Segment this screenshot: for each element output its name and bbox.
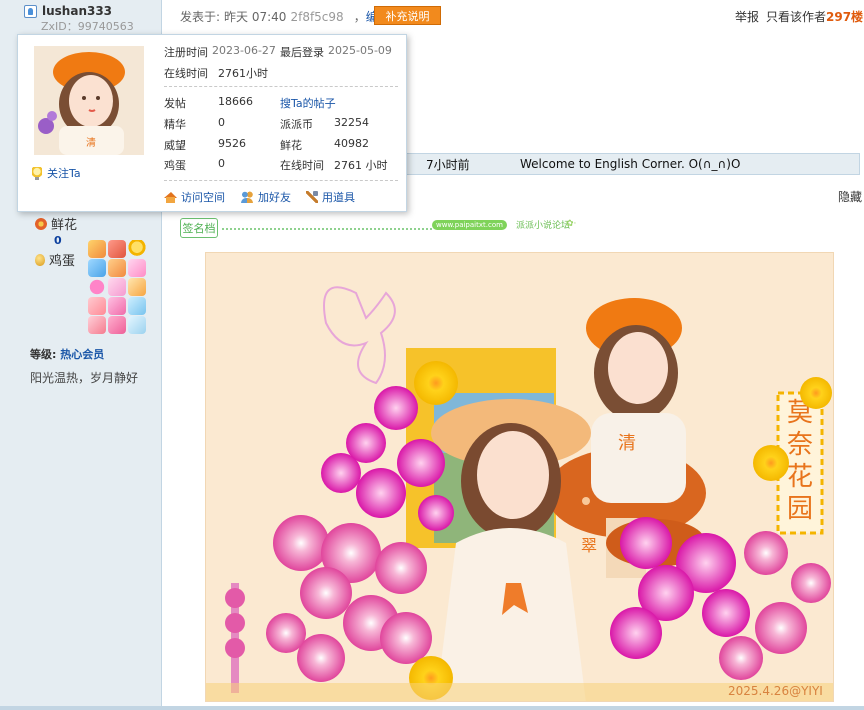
stat-value: 9526	[218, 137, 246, 150]
egg-stat: 鸡蛋	[35, 250, 75, 269]
floor-number[interactable]: 297楼	[826, 8, 863, 25]
stat-label: 鲜花	[280, 139, 302, 152]
bulb-icon	[32, 166, 42, 180]
signature-artwork: 莫 奈 花 园 清 翠	[205, 252, 834, 702]
supplement-button[interactable]: 补充说明	[374, 6, 441, 25]
signature-forum-name[interactable]: 派派小说论坛	[516, 218, 570, 231]
medal-icon[interactable]	[108, 297, 126, 315]
online-status-icon	[24, 4, 37, 18]
user-zxid: ZxID：99740563	[41, 20, 134, 33]
medal-icon[interactable]	[128, 259, 146, 277]
stat-value: 2761 小时	[334, 159, 388, 172]
medal-icon[interactable]	[88, 240, 106, 258]
username-row: lushan333	[24, 3, 112, 19]
sign-char-4: 园	[787, 494, 813, 524]
apron-char: 清	[618, 433, 636, 454]
user-avatar[interactable]: 清	[34, 46, 144, 155]
online-time-label: 在线时间	[164, 67, 208, 80]
stat-value: 0	[218, 116, 225, 129]
tool-icon	[306, 191, 318, 203]
user-info-popup: 清 关注Ta 注册时间 2023-06-27 最后登录 2025-05-09 在…	[17, 34, 407, 212]
medal-icon[interactable]	[88, 316, 106, 334]
bottom-border	[0, 706, 864, 710]
medal-icon[interactable]	[88, 297, 106, 315]
apron-char-2: 翠	[581, 536, 597, 555]
level-value[interactable]: 热心会员	[60, 348, 104, 361]
medal-icon[interactable]	[128, 278, 146, 296]
medal-grid	[88, 240, 150, 334]
medal-icon[interactable]	[108, 316, 126, 334]
house-icon	[164, 191, 177, 203]
medal-icon[interactable]	[108, 240, 126, 258]
follow-label: 关注Ta	[47, 167, 81, 180]
sign-char-2: 奈	[787, 430, 813, 460]
post-hash: 2f8f5c98	[290, 9, 344, 24]
follow-link[interactable]: 关注Ta	[32, 165, 81, 181]
medal-icon[interactable]	[108, 259, 126, 277]
user-motto: 阳光温热，岁月静好	[30, 371, 139, 385]
hide-link[interactable]: 隐藏	[838, 188, 862, 205]
egg-icon	[35, 253, 45, 266]
avatar-illustration: 清	[34, 46, 144, 155]
post-meta: 发表于: 昨天 07:40 2f8f5c98 ， 编辑	[180, 8, 390, 25]
medal-icon[interactable]	[128, 297, 146, 315]
add-friend-button[interactable]: 加好友	[240, 189, 291, 205]
avatar-char: 清	[86, 136, 96, 149]
flower-label: 鲜花	[51, 218, 78, 233]
medal-icon[interactable]	[128, 316, 146, 334]
signature-divider	[222, 228, 432, 230]
sign-char-3: 花	[787, 462, 813, 492]
use-item-label: 用道具	[322, 191, 355, 204]
stat-label: 鸡蛋	[164, 159, 186, 172]
level-label: 等级:	[30, 348, 57, 361]
last-login-label: 最后登录	[280, 46, 324, 59]
signature-site-pill[interactable]: www.paipaitxt.com	[432, 220, 507, 230]
stat-label: 发帖	[164, 97, 186, 110]
last-login-value: 2025-05-09	[328, 44, 392, 57]
stat-label: 派派币	[280, 118, 313, 131]
register-value: 2023-06-27	[212, 44, 276, 57]
flower-icon	[35, 217, 47, 230]
use-item-button[interactable]: 用道具	[306, 189, 355, 205]
stat-label: 威望	[164, 139, 186, 152]
egg-label: 鸡蛋	[49, 254, 76, 269]
artwork-caption: 2025.4.26@YIYI	[728, 684, 823, 698]
user-level: 等级: 热心会员	[30, 346, 104, 362]
stat-value: 0	[218, 157, 225, 170]
heart-icon[interactable]	[88, 278, 106, 296]
stat-value: 40982	[334, 137, 369, 150]
flower-value: 0	[54, 234, 62, 247]
signature-dots: ✿·	[566, 219, 577, 229]
visit-space-label: 访问空间	[181, 191, 225, 204]
author-only-link[interactable]: 只看该作者	[766, 8, 826, 25]
medal-icon[interactable]	[108, 278, 126, 296]
report-link[interactable]: 举报	[735, 8, 759, 25]
stat-value: 18666	[218, 95, 253, 108]
stat-label: 精华	[164, 118, 186, 131]
posted-prefix: 发表于:	[180, 10, 221, 24]
friends-icon	[240, 191, 254, 203]
register-label: 注册时间	[164, 46, 208, 59]
trophy-icon[interactable]	[128, 240, 146, 258]
medal-icon[interactable]	[88, 259, 106, 277]
username-link[interactable]: lushan333	[42, 4, 112, 18]
stat-value: 32254	[334, 116, 369, 129]
meta-separator: ，	[353, 10, 366, 24]
popup-divider	[164, 86, 398, 87]
artwork-illustration: 莫 奈 花 园 清 翠	[206, 253, 833, 701]
stat-label: 在线时间	[280, 159, 324, 172]
search-posts-link[interactable]: 搜Ta的帖子	[280, 95, 336, 111]
visit-space-button[interactable]: 访问空间	[164, 189, 225, 205]
add-friend-label: 加好友	[258, 191, 291, 204]
rate-row: 7小时前 Welcome to English Corner. O(∩_∩)O	[406, 153, 860, 175]
signature-tag: 签名档	[180, 218, 218, 238]
rate-time: 7小时前	[426, 157, 470, 172]
rate-message: Welcome to English Corner. O(∩_∩)O	[520, 157, 741, 171]
posted-time: 昨天 07:40	[224, 10, 287, 24]
popup-divider	[164, 180, 398, 181]
flower-stat: 鲜花	[35, 214, 77, 233]
online-time-value: 2761小时	[218, 67, 268, 80]
